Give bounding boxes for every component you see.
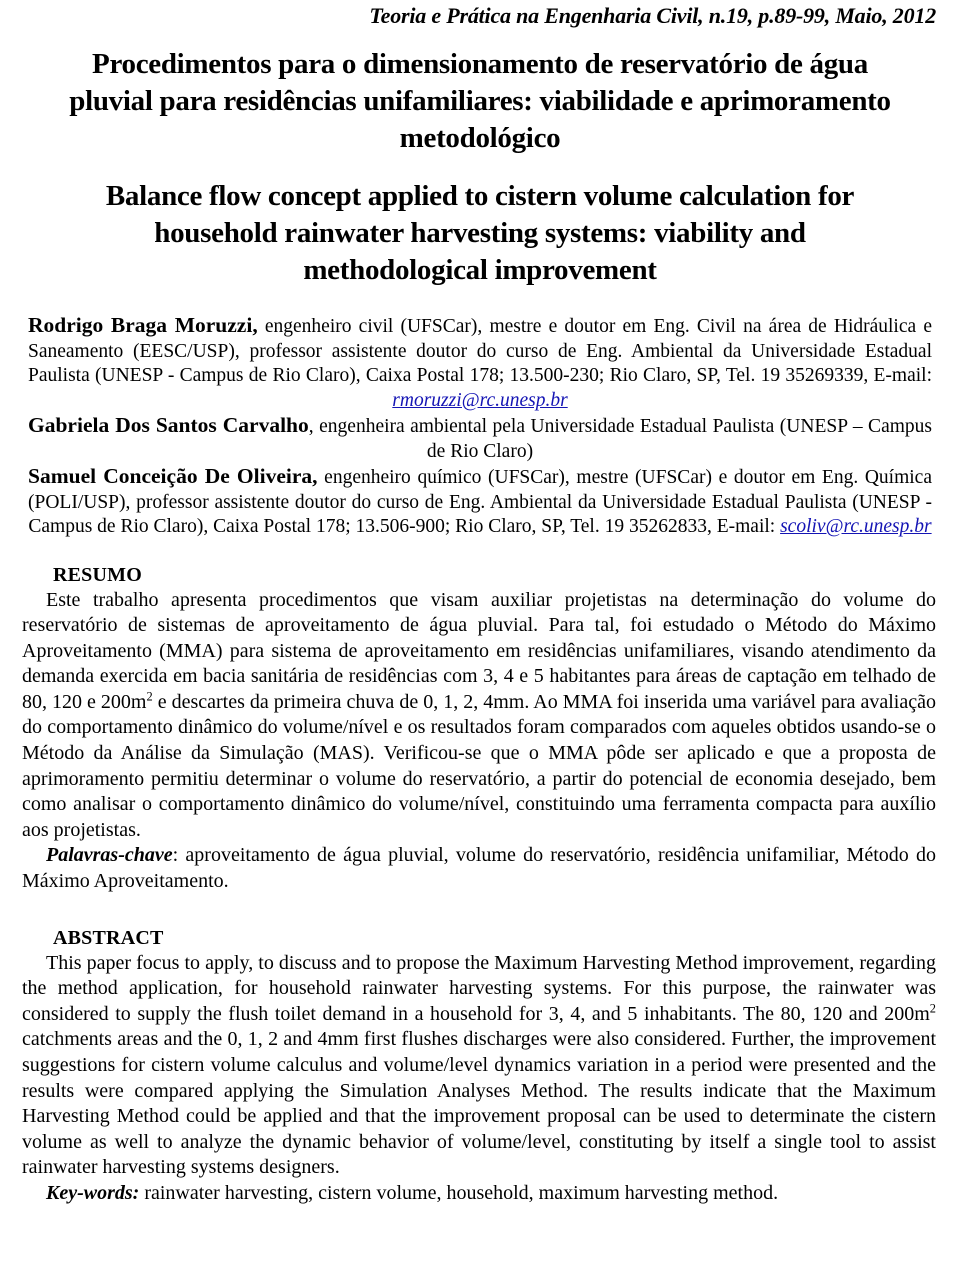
abstract-text-part-1: This paper focus to apply, to discuss an… (22, 951, 936, 1025)
resumo-heading: RESUMO (53, 563, 142, 586)
author-name-2: Gabriela Dos Santos Carvalho (28, 413, 309, 437)
resumo-paragraph: Este trabalho apresenta procedimentos qu… (22, 588, 938, 844)
resumo-text-part-2: e descartes da primeira chuva de 0, 1, 2… (22, 690, 936, 841)
author-block: Rodrigo Braga Moruzzi, engenheiro civil … (22, 313, 938, 540)
resumo-section: RESUMO Este trabalho apresenta procedime… (22, 562, 938, 895)
abstract-keywords-label: Key-words: (46, 1181, 140, 1204)
author-email-3[interactable]: scoliv@rc.unesp.br (780, 516, 932, 537)
abstract-keywords-text: rainwater harvesting, cistern volume, ho… (139, 1181, 779, 1204)
abstract-text-part-2: catchments areas and the 0, 1, 2 and 4mm… (22, 1028, 936, 1179)
resumo-keywords: Palavras-chave: aproveitamento de água p… (22, 843, 938, 894)
article-first-page: Teoria e Prática na Engenharia Civil, n.… (0, 0, 960, 1287)
author-entry-3: Samuel Conceição De Oliveira, engenheiro… (28, 464, 932, 540)
page-title-portuguese: Procedimentos para o dimensionamento de … (69, 48, 891, 154)
abstract-section: ABSTRACT This paper focus to apply, to d… (22, 925, 938, 1207)
author-affiliation-2: , engenheira ambiental pela Universidade… (308, 416, 932, 462)
abstract-superscript: 2 (929, 1001, 936, 1016)
abstract-heading: ABSTRACT (53, 926, 164, 949)
author-email-1[interactable]: rmoruzzi@rc.unesp.br (392, 390, 567, 411)
author-name-3: Samuel Conceição De Oliveira, (28, 464, 318, 488)
author-entry-1: Rodrigo Braga Moruzzi, engenheiro civil … (28, 313, 932, 413)
running-head: Teoria e Prática na Engenharia Civil, n.… (369, 3, 936, 28)
abstract-paragraph: This paper focus to apply, to discuss an… (22, 951, 938, 1181)
author-entry-2: Gabriela Dos Santos Carvalho, engenheira… (28, 413, 932, 464)
page-title-english: Balance flow concept applied to cistern … (105, 180, 855, 286)
title-block: Procedimentos para o dimensionamento de … (22, 46, 938, 289)
abstract-keywords: Key-words: rainwater harvesting, cistern… (22, 1181, 938, 1207)
resumo-keywords-label: Palavras-chave (46, 844, 173, 867)
author-name-1: Rodrigo Braga Moruzzi, (28, 313, 258, 337)
